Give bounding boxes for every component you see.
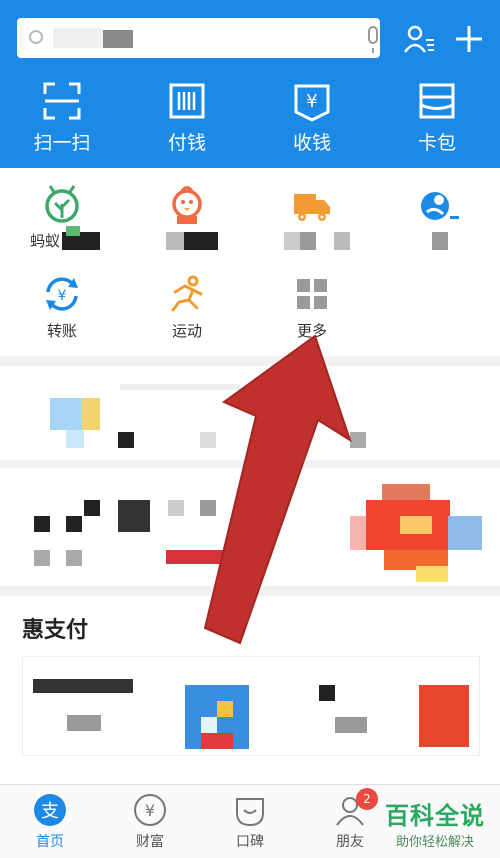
promo-card-1[interactable] [0,366,500,460]
nav-wealth[interactable]: ¥ 财富 [100,793,200,851]
app-transfer-label: 转账 [46,322,77,340]
quick-pay-label: 付钱 [167,132,206,154]
more-grid-icon [297,279,327,309]
pixelated-label [166,232,184,250]
pixelated-text [66,550,82,566]
pixelated-text [200,500,216,516]
app-sport-label: 运动 [171,322,202,340]
wealth-icon: ¥ [134,794,166,826]
pixelated-label [432,232,448,250]
search-placeholder-blur-dark [103,30,133,48]
pixelated-image [217,701,233,717]
blue-app-icon [421,192,459,220]
nav-home-label: 首页 [36,834,64,850]
nav-wealth-label: 财富 [136,834,164,850]
pixelated-image [416,566,448,582]
pixelated-image [419,685,469,747]
pixelated-text [166,550,230,564]
pixelated-image [400,516,432,534]
hui-pay-title: 惠支付 [22,618,89,643]
hui-pay-card[interactable] [22,656,480,756]
watermark-subtitle: 助你轻松解决 [395,835,474,850]
pixelated-text [66,516,82,532]
promo-card-2[interactable] [0,468,500,586]
quick-scan[interactable]: 扫一扫 [12,80,112,160]
pixelated-text [335,717,367,733]
header-bar: 扫一扫 付钱 ¥ 收钱 卡包 [0,0,500,168]
search-placeholder-blur [53,28,103,48]
card-wallet-icon [419,83,455,119]
svg-text:¥: ¥ [58,288,67,304]
app-sport[interactable]: 运动 [137,264,237,350]
ant-forest-icon [45,185,79,223]
svg-text:支: 支 [41,801,59,822]
pixelated-label [66,226,80,236]
plus-icon[interactable] [452,22,486,56]
svg-text:¥: ¥ [306,91,317,112]
pixelated-text [319,685,335,701]
pixelated-text [350,432,366,448]
home-pay-icon: 支 [34,794,66,826]
pixelated-label [184,232,218,250]
nav-home[interactable]: 支 首页 [0,793,100,851]
koubei-icon [236,798,264,827]
pixelated-label [300,232,316,250]
quick-receive[interactable]: ¥ 收钱 [262,80,362,160]
transfer-icon: ¥ [46,277,78,311]
pixelated-image [382,484,430,500]
pixelated-image [448,516,482,550]
barcode-pay-icon [169,83,205,119]
pixelated-image [66,430,84,448]
quick-cards[interactable]: 卡包 [387,80,487,160]
app-grid: 蚂蚁 ¥ 转账 运动 更多 [0,168,500,356]
pixelated-image [50,398,82,430]
quick-scan-label: 扫一扫 [33,132,91,154]
pixelated-text [168,500,184,516]
watermark-title: 百科全说 [385,802,485,830]
pixelated-image [201,717,217,733]
pixelated-text [34,550,50,566]
app-more[interactable]: 更多 [262,264,362,350]
receive-money-icon: ¥ [294,84,330,122]
pixelated-image [82,398,100,430]
pixelated-text [84,500,100,516]
nav-koubei[interactable]: 口碑 [200,793,300,851]
pixelated-text [200,432,216,448]
pixelated-text [118,500,150,532]
pixelated-text [67,715,101,731]
search-input[interactable] [17,18,380,58]
running-icon [171,275,203,312]
watermark: 百科全说 助你轻松解决 [370,796,500,850]
pixelated-image [350,516,366,550]
pixelated-label [334,232,350,250]
quick-cards-label: 卡包 [417,132,456,154]
pixelated-text [34,516,50,532]
svg-text:¥: ¥ [145,801,155,820]
quick-receive-label: 收钱 [292,132,331,154]
app-more-label: 更多 [296,322,327,340]
pixelated-text [33,679,133,693]
search-icon [29,30,43,44]
pixelated-text [118,432,134,448]
contacts-icon[interactable] [402,22,436,56]
pixelated-text [120,384,240,390]
microphone-icon[interactable] [368,26,378,53]
pixelated-image [201,733,233,749]
delivery-truck-icon [294,194,330,221]
scan-icon [43,82,81,120]
chick-icon [172,186,202,224]
quick-pay[interactable]: 付钱 [137,80,237,160]
nav-koubei-label: 口碑 [236,834,264,850]
pixelated-label [284,232,300,250]
app-transfer[interactable]: ¥ 转账 [12,264,112,350]
